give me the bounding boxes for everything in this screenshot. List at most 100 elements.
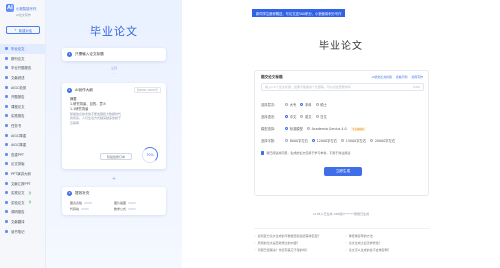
feature-item: 代码块: [70, 207, 114, 211]
faq-item[interactable]: 如何区分论文生成的字数能否和最终需求匹配？: [254, 234, 339, 238]
model-row: 模型选择: 标准模型 Academia Genius 4.0 专业级模型: [261, 126, 366, 131]
chevron-down-icon: ⌄: [112, 71, 116, 75]
level-option[interactable]: 大专: [285, 102, 296, 107]
new-chat-button[interactable]: + 新建对话: [6, 26, 40, 34]
practice-icon: [5, 114, 8, 118]
reduce-icon: [5, 133, 8, 137]
how-to-write-link[interactable]: 如何写作: [411, 75, 423, 79]
sidebar-item-label: 毕业论文: [11, 47, 25, 52]
faq-item[interactable]: 降低重复率的方法: [345, 234, 430, 238]
sidebar-item-notes[interactable]: 读书笔记: [0, 226, 46, 236]
sidebar-item-label: 课程论文: [11, 104, 25, 109]
page-title: 毕业论文: [319, 41, 363, 52]
sidebar-item-translate[interactable]: 文献翻译: [0, 217, 46, 227]
sidebar-item-review[interactable]: 文献综述: [0, 73, 46, 83]
sidebar-item-aigc-reduce-2[interactable]: AIGC降重: [0, 140, 46, 150]
sidebar-item-label: 任务书: [11, 124, 22, 129]
sidebar-item-label: AIGC降重: [11, 143, 27, 148]
sidebar-item-label: 文献翻译: [11, 219, 25, 224]
plus-icon: +: [14, 28, 17, 32]
language-option[interactable]: 中文: [285, 114, 296, 119]
agree-checkbox[interactable]: 我已阅读并同意，生成的论文仅用于学习参考，不用于商业用途: [261, 151, 350, 155]
ppt-icon: [5, 152, 8, 156]
step-label: 提效补充: [75, 191, 90, 195]
sidebar-item-label: 实践报告: [11, 114, 25, 119]
level-option[interactable]: 硕士: [315, 102, 327, 107]
language-label: 选择语言:: [261, 115, 276, 119]
level-option[interactable]: 本科: [300, 102, 312, 107]
sidebar-item-practice-paper[interactable]: 实践论文新: [0, 188, 46, 198]
sidebar-item-label: 读书笔记: [11, 229, 25, 234]
task-icon: [5, 124, 8, 128]
words-option[interactable]: 15000字左右: [341, 138, 366, 143]
check-icon: [5, 85, 8, 89]
sidebar-item-label: 毕业开题报告: [11, 66, 32, 71]
sidebar-item-practice-report[interactable]: 实践报告: [0, 111, 46, 121]
agree-text: 我已阅读并同意，生成的论文仅用于学习参考，不用于商业用途: [266, 151, 351, 155]
model-label: 模型选择:: [261, 127, 276, 131]
feature-item: 数学公式: [114, 207, 158, 211]
sidebar-item-opening-report[interactable]: 开题报告: [0, 92, 46, 102]
sidebar-item-survey[interactable]: 调研报告: [0, 207, 46, 217]
words-option[interactable]: 20000字左右: [370, 138, 395, 143]
sidebar-item-experiment-paper[interactable]: 实验论文新: [0, 198, 46, 208]
step-label: 只需输入论文标题: [75, 52, 104, 56]
sidebar-item-label: 开题报告: [11, 95, 25, 100]
experiment-icon: [5, 200, 8, 204]
title-input-placeholder: 输入1-5个论文标题，如果不能提供个论题稿，可以点这里帮你写: [265, 85, 351, 89]
outline-icon: [5, 172, 8, 176]
feature-item: 图表表格: [70, 201, 114, 205]
faq-item[interactable]: 问题已经解决？你还有其它不懂的吗？: [254, 248, 339, 252]
translate-icon: [5, 219, 8, 223]
divider: [254, 228, 430, 229]
faq-item[interactable]: 所用的论文是否收录过的内容？: [254, 241, 339, 245]
language-option[interactable]: 日文: [315, 114, 327, 119]
step-label: AI创作大纲: [75, 87, 93, 92]
sidebar-item-proposal[interactable]: 毕业开题报告: [0, 63, 46, 73]
review-icon: [5, 76, 8, 80]
main-content: 新同学注册即赠送，写论文送500积分，小狼使用积分写作 毕业论文 题交论文标题 …: [182, 0, 500, 268]
sidebar-item-graduation-thesis[interactable]: 毕业论文: [0, 44, 46, 54]
sidebar-item-label: 论文排版: [11, 162, 25, 167]
proposal-icon: [5, 66, 8, 70]
panel-title: 毕业论文: [90, 25, 138, 38]
view-example-link[interactable]: 查看示例: [396, 75, 408, 79]
report-icon: [5, 95, 8, 99]
optimize-title-link[interactable]: AI优化论文标题: [372, 75, 392, 79]
survey-icon: [5, 210, 8, 214]
revising-status: 阶段性修订中: [100, 153, 132, 160]
step-number: 1: [67, 52, 72, 57]
sidebar-item-label: 实验论文: [11, 200, 25, 205]
sidebar-item-literature-ppt[interactable]: 文献汇报PPT: [0, 178, 46, 188]
faq-item[interactable]: 论文怎么生成的会不会重复啊？: [345, 248, 430, 252]
faq-item[interactable]: 论文生成之后怎样修改？: [345, 241, 430, 245]
form-heading: 题交论文标题: [261, 75, 283, 79]
step-number: 2: [67, 87, 72, 93]
sidebar-item-format[interactable]: 论文排版: [0, 159, 46, 169]
sidebar: AI 小狼智能写作 AI论文写作 + 新建对话 毕业论文 期刊论文 毕业开题报告…: [0, 0, 46, 268]
words-option[interactable]: 12000字左右: [311, 138, 337, 143]
model-option[interactable]: 标准模型: [285, 126, 303, 131]
word-range-chip: 约6000-30000字: [134, 87, 161, 93]
title-input[interactable]: 输入1-5个论文标题，如果不能提供个论题稿，可以点这里帮你写 0/80: [261, 83, 424, 91]
sidebar-item-journal[interactable]: 期刊论文: [0, 54, 46, 64]
model-option[interactable]: Academia Genius 4.0: [306, 127, 347, 131]
sidebar-item-course-paper[interactable]: 课程论文: [0, 102, 46, 112]
sidebar-item-aigc-check[interactable]: AIGC检测: [0, 82, 46, 92]
notice-banner[interactable]: 新同学注册即赠送，写论文送500积分，小狼使用积分写作: [252, 9, 346, 17]
sidebar-item-task[interactable]: 任务书: [0, 121, 46, 131]
paper-icon: [5, 191, 8, 195]
sidebar-item-aigc-reduce[interactable]: AIGC降重: [0, 130, 46, 140]
logo[interactable]: AI 小狼智能写作: [6, 4, 36, 12]
step-number: 3: [67, 191, 72, 196]
words-label: 选择字数:: [261, 139, 276, 143]
sidebar-item-ppt-outline[interactable]: PPT演讲大纲: [0, 169, 46, 179]
sidebar-item-ppt[interactable]: 查重PPT: [0, 150, 46, 160]
notes-icon: [5, 229, 8, 233]
form-links: AI优化论文标题 查看示例 如何写作: [372, 75, 423, 79]
generation-stats: 1138人已生成 188用户******刚刚已生成: [312, 212, 370, 216]
words-option[interactable]: 8000字左右: [285, 138, 308, 143]
words-row: 选择字数: 8000字左右 12000字左右 15000字左右 20000字左右: [261, 138, 395, 143]
generate-button[interactable]: 立即生成: [324, 167, 362, 176]
language-option[interactable]: 英文: [300, 114, 312, 119]
